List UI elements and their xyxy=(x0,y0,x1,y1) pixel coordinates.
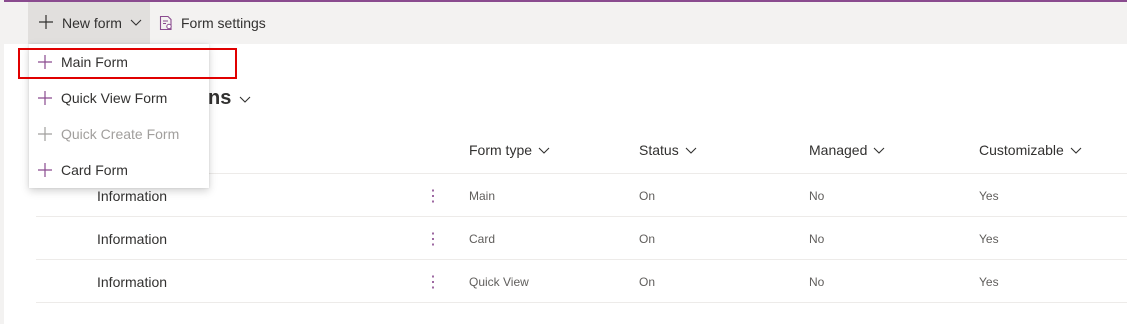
column-header-status[interactable]: Status xyxy=(639,142,697,158)
column-header-label: Managed xyxy=(809,142,868,158)
page-title[interactable]: ns xyxy=(208,87,251,110)
managed-cell: No xyxy=(809,231,825,246)
plus-icon xyxy=(38,163,52,177)
more-options-icon[interactable]: ⋮ xyxy=(425,217,441,260)
menu-item-label: Card Form xyxy=(61,162,128,178)
form-settings-label: Form settings xyxy=(181,15,266,31)
highlight-box xyxy=(18,48,237,79)
form-type-cell: Quick View xyxy=(469,274,529,289)
menu-item-label: Quick Create Form xyxy=(61,126,180,142)
chevron-down-icon xyxy=(874,147,885,154)
status-cell: On xyxy=(639,188,656,203)
menu-item-card-form[interactable]: Card Form xyxy=(29,152,209,188)
plus-icon xyxy=(38,14,54,33)
column-header-customizable[interactable]: Customizable xyxy=(979,142,1082,158)
chevron-down-icon xyxy=(538,147,550,154)
column-header-managed[interactable]: Managed xyxy=(809,142,885,158)
column-header-form-type[interactable]: Form type xyxy=(469,142,550,158)
managed-cell: No xyxy=(809,274,825,289)
chevron-down-icon xyxy=(130,15,142,31)
more-options-icon[interactable]: ⋮ xyxy=(425,260,441,303)
form-type-cell: Main xyxy=(469,188,496,203)
left-border xyxy=(0,0,4,324)
more-options-icon[interactable]: ⋮ xyxy=(425,174,441,217)
form-settings-button[interactable]: Form settings xyxy=(158,2,266,44)
menu-item-quick-view-form[interactable]: Quick View Form xyxy=(29,80,209,116)
column-header-label: Form type xyxy=(469,142,533,158)
customizable-cell: Yes xyxy=(979,231,999,246)
plus-icon xyxy=(38,91,52,105)
chevron-down-icon xyxy=(685,147,697,154)
chevron-down-icon xyxy=(1070,147,1082,154)
new-form-label: New form xyxy=(62,15,122,31)
menu-item-quick-create-form: Quick Create Form xyxy=(29,116,209,152)
command-bar: New form Form settings xyxy=(4,2,1127,44)
column-header-label: Customizable xyxy=(979,142,1064,158)
status-cell: On xyxy=(639,231,656,246)
managed-cell: No xyxy=(809,188,825,203)
customizable-cell: Yes xyxy=(979,274,999,289)
plus-icon xyxy=(38,127,52,141)
menu-item-label: Quick View Form xyxy=(61,90,168,106)
form-name[interactable]: Information xyxy=(97,260,167,303)
page-title-text: ns xyxy=(208,87,232,109)
status-cell: On xyxy=(639,274,656,289)
form-settings-icon xyxy=(159,15,172,31)
column-header-label: Status xyxy=(639,142,679,158)
customizable-cell: Yes xyxy=(979,188,999,203)
form-type-cell: Card xyxy=(469,231,496,246)
table-row[interactable]: Information ⋮ Quick View On No Yes xyxy=(36,260,1127,303)
chevron-down-icon xyxy=(239,96,251,103)
new-form-button[interactable]: New form xyxy=(28,2,150,44)
table-row[interactable]: Information ⋮ Card On No Yes xyxy=(36,217,1127,260)
form-name[interactable]: Information xyxy=(97,217,167,260)
